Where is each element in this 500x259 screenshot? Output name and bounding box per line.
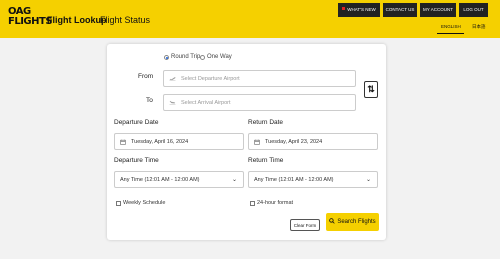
departure-time-select[interactable]: Any Time (12:01 AM - 12:00 AM) ⌄ <box>114 171 244 188</box>
round-trip-option[interactable]: Round Trip <box>164 54 200 60</box>
to-label: To <box>146 97 153 104</box>
hour-format-checkbox[interactable] <box>250 200 255 206</box>
plane-landing-icon <box>169 100 176 105</box>
search-flights-label: Search Flights <box>337 219 376 225</box>
language-japanese[interactable]: 日本語 <box>472 24 486 30</box>
round-trip-label: Round Trip <box>171 54 201 60</box>
weekly-schedule-option[interactable]: Weekly Schedule <box>116 200 165 206</box>
oag-flights-logo[interactable]: OAG FLIGHTS <box>8 7 53 27</box>
return-date-label: Return Date <box>248 119 284 126</box>
top-header: OAG FLIGHTS Flight Lookup Flight Status … <box>0 0 500 38</box>
search-icon <box>329 218 335 224</box>
return-date-input[interactable]: Tuesday, April 23, 2024 <box>248 133 378 150</box>
return-time-label: Return Time <box>248 157 284 164</box>
round-trip-radio[interactable] <box>164 54 169 60</box>
search-flights-button[interactable]: Search Flights <box>326 213 379 231</box>
weekly-schedule-label: Weekly Schedule <box>123 200 166 206</box>
nav-flight-status[interactable]: Flight Status <box>100 15 150 25</box>
weekly-schedule-checkbox[interactable] <box>116 200 121 206</box>
swap-vertical-icon: ⇅ <box>367 84 375 94</box>
clear-form-button[interactable]: Clear Form <box>290 219 320 231</box>
whats-new-label: WHAT'S NEW <box>347 7 376 12</box>
language-english[interactable]: ENGLISH <box>441 24 461 29</box>
hour-format-label: 24-hour format <box>257 200 294 206</box>
departure-time-value: Any Time (12:01 AM - 12:00 AM) <box>120 176 200 183</box>
logo-line-2: FLIGHTS <box>8 16 53 27</box>
whats-new-button[interactable]: WHAT'S NEW <box>338 3 380 17</box>
departure-date-value: Tuesday, April 16, 2024 <box>131 138 189 145</box>
return-time-select[interactable]: Any Time (12:01 AM - 12:00 AM) ⌄ <box>248 171 378 188</box>
contact-us-button[interactable]: CONTACT US <box>383 3 417 17</box>
hour-format-option[interactable]: 24-hour format <box>250 200 293 206</box>
one-way-label: One Way <box>207 54 232 60</box>
log-out-button[interactable]: LOG OUT <box>459 3 488 17</box>
calendar-icon <box>254 139 260 145</box>
plane-takeoff-icon <box>169 77 176 81</box>
calendar-icon <box>120 139 126 145</box>
nav-flight-lookup[interactable]: Flight Lookup <box>47 15 106 25</box>
departure-airport-placeholder: Select Departure Airport <box>181 75 240 82</box>
my-account-button[interactable]: MY ACCOUNT <box>420 3 456 17</box>
new-dot-icon <box>342 7 346 10</box>
active-language-underline <box>437 33 464 34</box>
one-way-radio[interactable] <box>200 54 205 60</box>
chevron-down-icon: ⌄ <box>365 177 371 183</box>
one-way-option[interactable]: One Way <box>200 54 232 60</box>
chevron-down-icon: ⌄ <box>231 177 237 183</box>
departure-date-input[interactable]: Tuesday, April 16, 2024 <box>114 133 244 150</box>
departure-date-label: Departure Date <box>114 119 159 126</box>
arrival-airport-input[interactable]: Select Arrival Airport <box>163 94 356 111</box>
departure-airport-input[interactable]: Select Departure Airport <box>163 70 356 87</box>
swap-airports-button[interactable]: ⇅ <box>364 81 378 98</box>
return-date-value: Tuesday, April 23, 2024 <box>265 138 323 145</box>
return-time-value: Any Time (12:01 AM - 12:00 AM) <box>254 176 334 183</box>
arrival-airport-placeholder: Select Arrival Airport <box>181 99 231 106</box>
from-label: From <box>138 73 154 80</box>
departure-time-label: Departure Time <box>114 157 159 164</box>
